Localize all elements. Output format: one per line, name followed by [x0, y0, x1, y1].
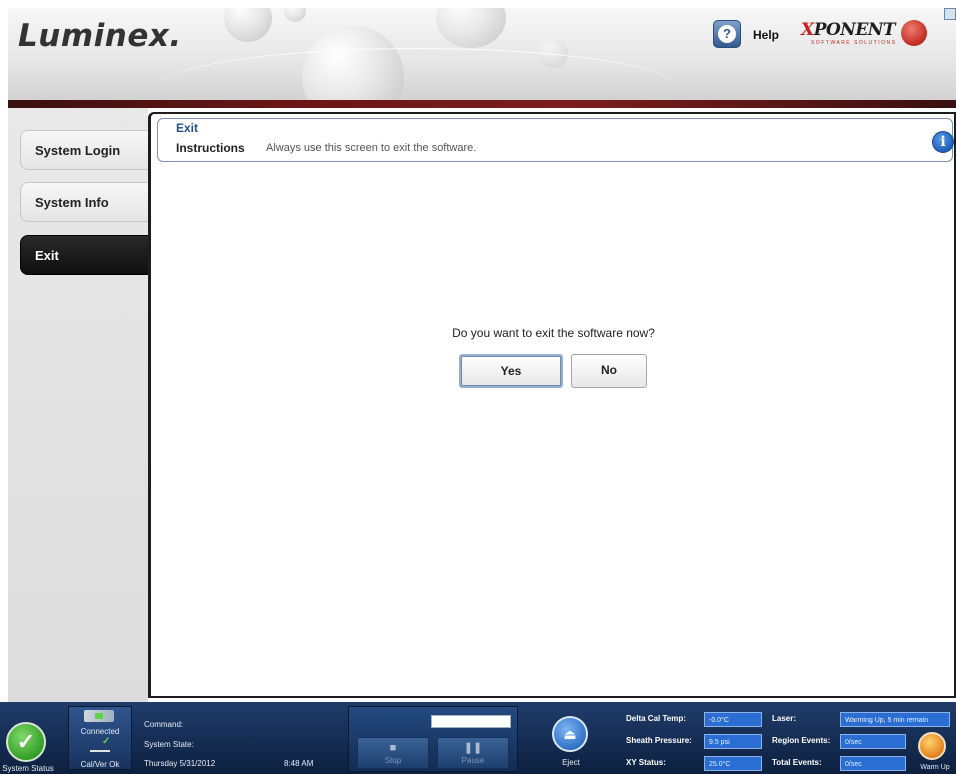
readout-value: 25.0°C	[704, 756, 762, 771]
warm-up-icon[interactable]	[918, 732, 946, 760]
readout-label: Laser:	[772, 714, 797, 723]
xponent-logo-icon: XPONENT SOFTWARE SOLUTIONS	[801, 20, 927, 46]
xponent-ball-icon	[901, 20, 927, 46]
xponent-subtitle: SOFTWARE SOLUTIONS	[811, 40, 897, 46]
readout-sheath-pressure: Sheath Pressure: 9.5 psi	[624, 732, 768, 750]
decorative-bubble	[284, 8, 306, 22]
exit-question: Do you want to exit the software now?	[452, 326, 655, 340]
nav-item-exit[interactable]: Exit	[20, 235, 148, 275]
instrument-readouts: Delta Cal Temp: -0.0°C Sheath Pressure: …	[622, 706, 956, 774]
calver-icon[interactable]	[90, 736, 110, 752]
readout-value: Warming Up, 5 min remain	[840, 712, 950, 727]
nav-item-system-info[interactable]: System Info	[20, 182, 148, 222]
logo-text: Luminex	[18, 18, 170, 54]
readout-value: 0/sec	[840, 756, 906, 771]
date-label: Thursday 5/31/2012	[144, 759, 216, 768]
system-state-label: System State:	[144, 740, 194, 749]
stop-icon: ■	[389, 742, 397, 754]
decorative-swirl	[158, 48, 678, 106]
info-icon[interactable]: i	[932, 131, 954, 153]
readout-label: Total Events:	[772, 758, 822, 767]
readout-label: XY Status:	[626, 758, 666, 767]
header-rule	[8, 100, 956, 108]
readout-label: Delta Cal Temp:	[626, 714, 686, 723]
time-label: 8:48 AM	[284, 759, 314, 768]
warm-up-label[interactable]: Warm Up	[914, 764, 956, 771]
app-header: Luminex. ? Help XPONENT SOFTWARE SOLUTIO…	[8, 8, 956, 106]
instructions-label: Instructions	[176, 141, 245, 155]
stop-label: Stop	[384, 756, 402, 765]
run-progress-bar	[431, 715, 511, 728]
main-panel: Exit Instructions Always use this screen…	[148, 112, 956, 698]
command-panel: Command: System State: Thursday 5/31/201…	[140, 708, 332, 770]
run-control-panel: ■ Stop ❚❚ Pause	[348, 706, 518, 772]
connected-icon[interactable]	[84, 710, 114, 722]
pause-label: Pause	[461, 756, 485, 765]
luminex-logo: Luminex.	[18, 18, 182, 54]
help-button[interactable]: ?	[713, 20, 741, 48]
page-title: Exit	[176, 121, 199, 135]
eject-icon[interactable]: ⏏	[552, 716, 588, 752]
minimize-icon[interactable]	[944, 8, 956, 20]
calver-label: Cal/Ver Ok	[80, 760, 120, 769]
readout-delta-cal-temp: Delta Cal Temp: -0.0°C	[624, 710, 768, 728]
help-icon: ?	[718, 25, 736, 43]
help-label[interactable]: Help	[753, 28, 779, 42]
readout-value: 0/sec	[840, 734, 906, 749]
pause-button[interactable]: ❚❚ Pause	[437, 737, 509, 769]
status-bar: ✓ System Status Connected Cal/Ver Ok Com…	[0, 702, 956, 774]
no-button[interactable]: No	[571, 354, 647, 388]
system-status-check-icon: ✓	[16, 729, 36, 754]
logo-dot: .	[169, 18, 182, 54]
stop-button[interactable]: ■ Stop	[357, 737, 429, 769]
system-status-button[interactable]: ✓	[6, 722, 46, 762]
pause-icon: ❚❚	[463, 742, 483, 754]
readout-value: -0.0°C	[704, 712, 762, 727]
eject-label[interactable]: Eject	[540, 758, 602, 767]
readout-laser: Laser: Warming Up, 5 min remain	[770, 710, 956, 728]
system-status-label: System Status	[2, 764, 54, 773]
readout-label: Sheath Pressure:	[626, 736, 692, 745]
nav-item-system-login[interactable]: System Login	[20, 130, 148, 170]
connected-label: Connected	[80, 727, 120, 736]
xponent-wordmark: XPONENT	[801, 20, 895, 40]
yes-button[interactable]: Yes	[459, 354, 563, 388]
eject-control: ⏏ Eject	[540, 710, 602, 772]
instructions-box: Exit Instructions Always use this screen…	[157, 118, 954, 162]
command-label: Command:	[144, 720, 184, 729]
decorative-bubble	[436, 8, 506, 48]
readout-value: 9.5 psi	[704, 734, 762, 749]
left-nav: System Login System Info Exit	[8, 108, 148, 708]
decorative-bubble	[224, 8, 272, 42]
instructions-text: Always use this screen to exit the softw…	[266, 142, 477, 154]
readout-xy-status: XY Status: 25.0°C	[624, 754, 768, 772]
readout-label: Region Events:	[772, 736, 831, 745]
